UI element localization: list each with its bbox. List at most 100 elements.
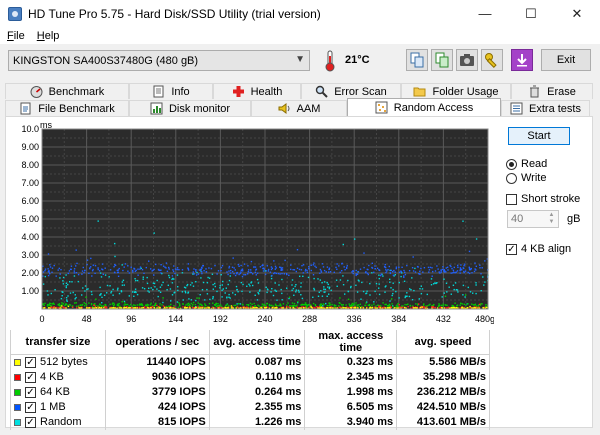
tab-info[interactable]: Info [129, 83, 213, 99]
data-point-random [313, 287, 315, 290]
avg-speed-cell: 236.212 MB/s [396, 384, 490, 400]
data-point-random [313, 277, 315, 280]
align-option[interactable]: ✓ 4 KB align [506, 243, 571, 255]
read-option[interactable]: Read [506, 158, 547, 170]
read-radio[interactable] [506, 158, 517, 170]
short-stroke-option[interactable]: Short stroke [506, 193, 580, 205]
data-point-4-kb [434, 306, 437, 309]
data-point-64-kb [423, 303, 425, 305]
maximize-button[interactable]: ☐ [508, 0, 554, 27]
data-point-1-mb [387, 269, 389, 271]
data-point-4-kb [398, 304, 400, 306]
series-color-swatch [14, 373, 21, 381]
screenshot-button[interactable] [456, 49, 478, 71]
data-point-64-kb [347, 298, 350, 300]
data-point-1-mb [70, 268, 72, 271]
data-point-random [389, 278, 391, 280]
tab-folder-usage[interactable]: Folder Usage [401, 83, 511, 99]
data-point-512-bytes [230, 305, 233, 307]
tab-file-benchmark[interactable]: File Benchmark [5, 100, 129, 116]
tab-disk-monitor[interactable]: Disk monitor [129, 100, 251, 116]
align-checkbox[interactable]: ✓ [506, 243, 517, 255]
y-tick-label: 8.00 [21, 160, 39, 170]
data-point-512-bytes [482, 307, 484, 309]
data-point-1-mb [345, 266, 348, 269]
data-point-random [445, 282, 448, 284]
data-point-random [319, 279, 321, 281]
data-point-512-bytes [170, 307, 172, 309]
write-radio[interactable] [506, 172, 517, 184]
tab-benchmark[interactable]: Benchmark [5, 83, 129, 99]
series-checkbox[interactable]: ✓ [25, 371, 36, 383]
data-point-random [118, 292, 121, 295]
data-point-random [378, 277, 380, 280]
series-checkbox[interactable]: ✓ [25, 416, 36, 428]
data-point-random [116, 289, 119, 291]
data-point-1-mb [233, 273, 235, 275]
tab-health[interactable]: Health [213, 83, 301, 99]
spinner-arrows[interactable]: ▲ ▼ [546, 212, 557, 226]
minimize-button[interactable]: — [462, 0, 508, 27]
menu-file[interactable]: File [7, 30, 25, 42]
data-point-64-kb [90, 303, 93, 305]
options-button[interactable] [481, 49, 503, 71]
result-row: ✓ 64 KB 3779 IOPS 0.264 ms 1.998 ms 236.212 M… [10, 384, 490, 400]
header-operations: operations / sec [104, 330, 210, 355]
series-checkbox[interactable]: ✓ [25, 401, 36, 413]
data-point-1-mb [367, 273, 369, 276]
data-point-512-bytes [243, 307, 245, 309]
data-point-64-kb [392, 306, 394, 308]
data-point-random [168, 276, 171, 279]
data-point-1-mb [267, 268, 270, 271]
data-point-random [355, 284, 357, 286]
data-point-1-mb [356, 273, 358, 275]
data-point-1-mb [89, 267, 91, 270]
menu-help[interactable]: Help [37, 30, 60, 42]
data-point-random [342, 243, 344, 246]
tab-erase[interactable]: Erase [511, 83, 593, 99]
data-point-random [335, 279, 338, 281]
series-checkbox[interactable]: ✓ [25, 386, 36, 398]
drive-select[interactable]: KINGSTON SA400S37480G (480 gB) ▼ [8, 50, 310, 71]
data-point-64-kb [351, 302, 353, 305]
close-button[interactable]: ✕ [554, 0, 600, 27]
data-point-1-mb [135, 269, 137, 272]
data-point-random [71, 281, 73, 283]
tab-extra-tests[interactable]: Extra tests [501, 100, 590, 116]
data-point-random [156, 288, 158, 290]
tab-label: AAM [296, 102, 321, 115]
write-label: Write [521, 172, 547, 184]
tab-aam[interactable]: AAM [251, 100, 347, 116]
data-point-1-mb [455, 271, 457, 273]
data-point-1-mb [94, 272, 96, 274]
exit-button[interactable]: Exit [541, 49, 591, 71]
data-point-1-mb [173, 265, 175, 267]
data-point-64-kb [391, 298, 393, 300]
data-point-64-kb [348, 303, 350, 305]
start-button[interactable]: Start [508, 127, 570, 145]
data-point-64-kb [355, 304, 357, 306]
data-point-1-mb [241, 275, 244, 278]
data-point-random [87, 288, 89, 290]
data-point-1-mb [195, 274, 198, 276]
data-point-4-kb [162, 305, 165, 307]
data-point-random [123, 284, 125, 286]
data-point-64-kb [438, 303, 440, 305]
tab-random-access[interactable]: Random Access [347, 98, 501, 116]
short-stroke-size-input[interactable]: 40 ▲ ▼ [507, 210, 559, 228]
data-point-1-mb [412, 270, 415, 272]
tab-error-scan[interactable]: Error Scan [301, 83, 401, 99]
data-point-64-kb [233, 304, 235, 307]
short-stroke-checkbox[interactable] [506, 193, 517, 205]
data-point-64-kb [141, 304, 143, 306]
series-checkbox[interactable]: ✓ [25, 356, 36, 368]
data-point-64-kb [275, 304, 277, 306]
data-point-random [81, 294, 83, 296]
copy-text-button[interactable] [406, 49, 428, 71]
copy-image-button[interactable] [431, 49, 453, 71]
data-point-64-kb [286, 304, 288, 306]
data-point-4-kb [189, 305, 191, 308]
data-point-64-kb [238, 303, 240, 305]
write-option[interactable]: Write [506, 172, 546, 184]
save-button[interactable] [511, 49, 533, 71]
